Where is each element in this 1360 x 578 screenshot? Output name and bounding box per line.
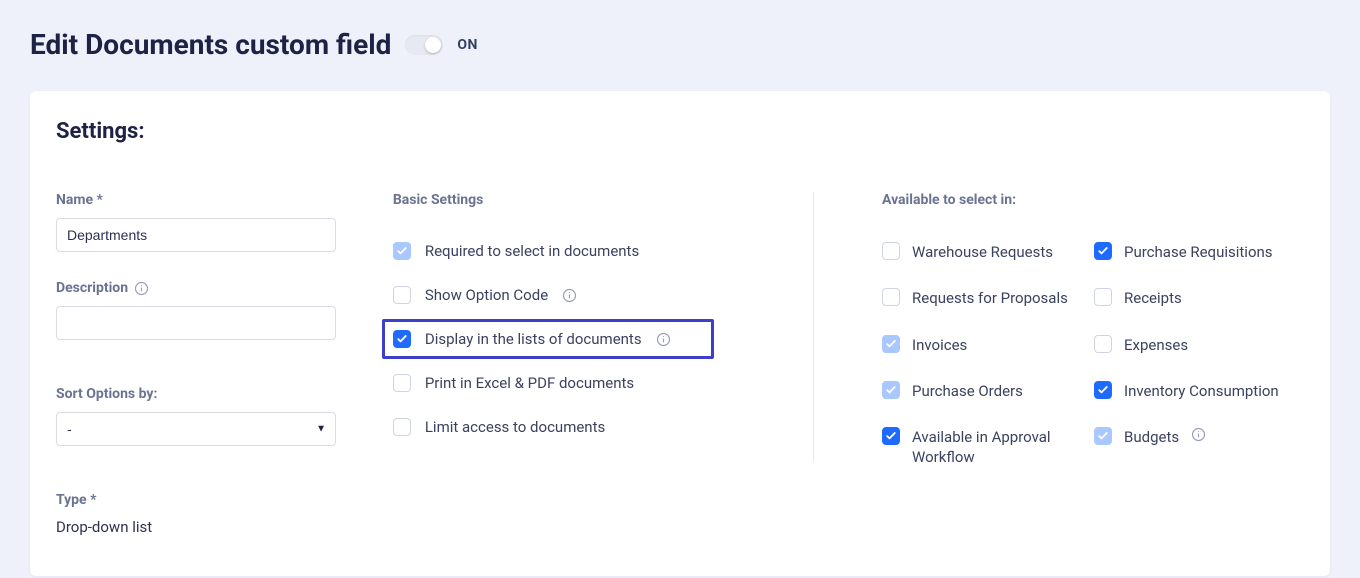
basic-setting-label: Required to select in documents xyxy=(425,242,639,260)
sort-select[interactable] xyxy=(56,412,336,446)
basic-setting-label: Print in Excel & PDF documents xyxy=(425,374,634,392)
available-option-label: Invoices xyxy=(912,335,967,355)
basic-checkbox[interactable] xyxy=(393,418,411,436)
available-option: Invoices xyxy=(882,335,1082,355)
available-option: Expenses xyxy=(1094,335,1304,355)
available-option-label: Budgets xyxy=(1124,427,1179,447)
available-checkbox[interactable] xyxy=(1094,335,1112,353)
info-icon xyxy=(134,281,149,296)
basic-setting-label: Display in the lists of documents xyxy=(425,330,642,348)
page-header: Edit Documents custom field ON xyxy=(30,28,1330,61)
available-option: Requests for Proposals xyxy=(882,288,1082,308)
basic-checkbox[interactable] xyxy=(393,242,411,260)
info-icon xyxy=(1191,427,1206,442)
available-checkbox[interactable] xyxy=(1094,242,1112,260)
sort-label: Sort Options by: xyxy=(56,386,381,402)
available-heading: Available to select in: xyxy=(882,192,1304,208)
available-option-label: Purchase Requisitions xyxy=(1124,242,1273,262)
settings-card: Settings: Name * Description Sort Option… xyxy=(30,91,1330,576)
name-input[interactable] xyxy=(56,218,336,252)
basic-setting-row: Print in Excel & PDF documents xyxy=(393,374,789,392)
description-input[interactable] xyxy=(56,306,336,340)
available-option-label: Inventory Consumption xyxy=(1124,381,1279,401)
available-option-label: Receipts xyxy=(1124,288,1182,308)
available-checkbox[interactable] xyxy=(1094,288,1112,306)
available-option: Inventory Consumption xyxy=(1094,381,1304,401)
basic-checkbox[interactable] xyxy=(393,330,411,348)
available-checkbox[interactable] xyxy=(882,381,900,399)
available-checkbox[interactable] xyxy=(882,335,900,353)
basic-settings-heading: Basic Settings xyxy=(393,192,789,208)
enabled-toggle[interactable] xyxy=(405,35,443,55)
info-icon xyxy=(562,288,577,303)
basic-checkbox[interactable] xyxy=(393,286,411,304)
settings-heading: Settings: xyxy=(56,119,1304,144)
available-checkbox[interactable] xyxy=(1094,427,1112,445)
available-option: Available in Approval Workflow xyxy=(882,427,1082,468)
available-option: Purchase Requisitions xyxy=(1094,242,1304,262)
available-option-label: Available in Approval Workflow xyxy=(912,427,1082,468)
basic-setting-label: Show Option Code xyxy=(425,286,548,304)
info-icon xyxy=(656,332,671,347)
basic-setting-row: Limit access to documents xyxy=(393,418,789,436)
available-checkbox[interactable] xyxy=(882,427,900,445)
available-option: Budgets xyxy=(1094,427,1304,468)
basic-setting-row: Required to select in documents xyxy=(393,242,789,260)
available-option-label: Purchase Orders xyxy=(912,381,1023,401)
name-label: Name * xyxy=(56,192,381,208)
type-value: Drop-down list xyxy=(56,518,381,536)
available-option: Receipts xyxy=(1094,288,1304,308)
available-checkbox[interactable] xyxy=(1094,381,1112,399)
available-option-label: Expenses xyxy=(1124,335,1188,355)
available-checkbox[interactable] xyxy=(882,242,900,260)
page-title: Edit Documents custom field xyxy=(30,28,391,61)
available-option: Warehouse Requests xyxy=(882,242,1082,262)
basic-setting-row: Show Option Code xyxy=(393,286,789,304)
available-option-label: Warehouse Requests xyxy=(912,242,1053,262)
basic-setting-label: Limit access to documents xyxy=(425,418,605,436)
type-label: Type * xyxy=(56,492,381,508)
basic-checkbox[interactable] xyxy=(393,374,411,392)
available-option-label: Requests for Proposals xyxy=(912,288,1068,308)
available-checkbox[interactable] xyxy=(882,288,900,306)
available-option: Purchase Orders xyxy=(882,381,1082,401)
basic-setting-row: Display in the lists of documents xyxy=(382,319,714,359)
enabled-toggle-label: ON xyxy=(457,37,478,53)
description-label: Description xyxy=(56,280,381,296)
